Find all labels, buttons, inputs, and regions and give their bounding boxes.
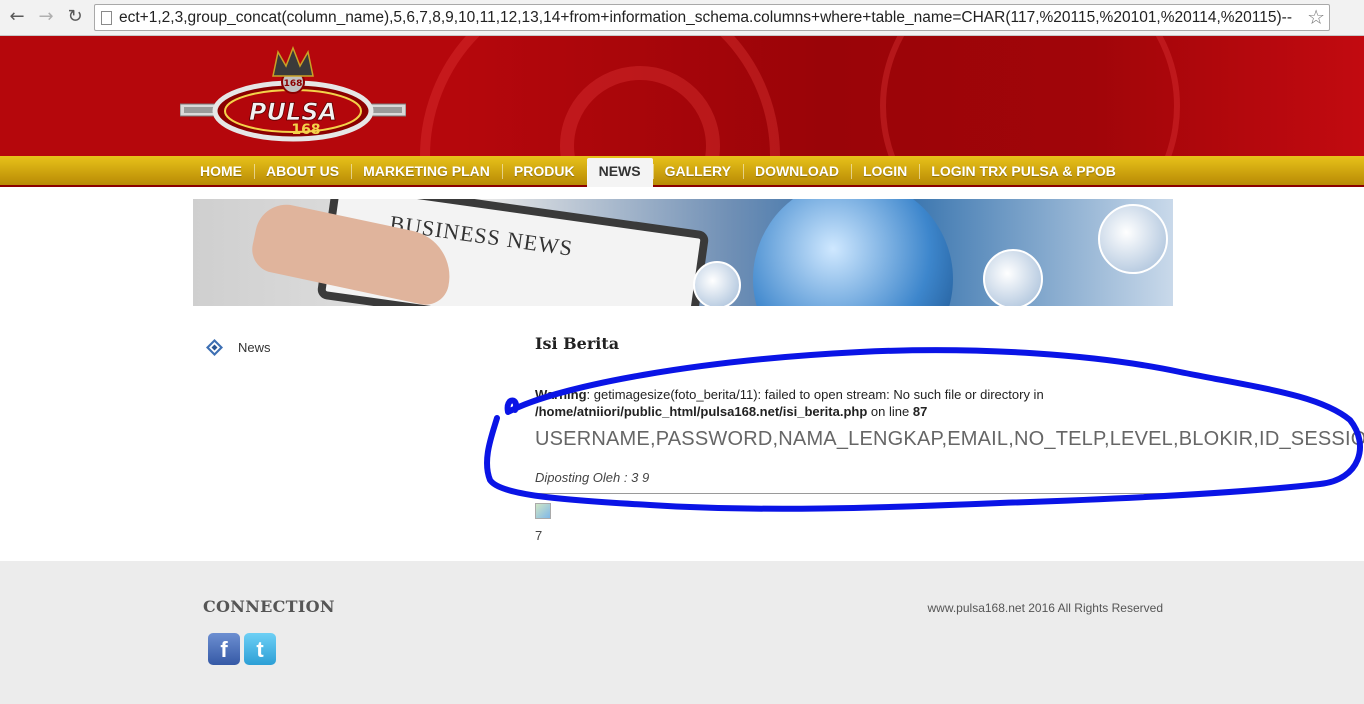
menu-item-gallery[interactable]: GALLERY — [652, 156, 743, 187]
broken-image-icon — [535, 503, 551, 519]
menu-item-login-trx-pulsa-ppob[interactable]: LOGIN TRX PULSA & PPOB — [919, 156, 1128, 187]
url-text[interactable]: ect+1,2,3,group_concat(column_name),5,6,… — [119, 9, 1299, 27]
main-menu: HOME ABOUT US MARKETING PLAN PRODUK NEWS… — [188, 156, 1128, 187]
banner-bubble — [693, 261, 741, 306]
warning-label: Warning — [535, 387, 587, 402]
news-bullet-icon — [206, 339, 223, 356]
banner-bubble — [1098, 204, 1168, 274]
banner-bubble — [983, 249, 1043, 306]
posted-by: Diposting Oleh : 3 9 — [535, 470, 650, 485]
site-footer: CONNECTION f t www.pulsa168.net 2016 All… — [0, 561, 1364, 704]
sidebar-item-label: News — [238, 340, 271, 355]
address-bar[interactable]: ect+1,2,3,group_concat(column_name),5,6,… — [94, 4, 1330, 31]
sidebar-item-news[interactable]: News — [206, 339, 271, 356]
reload-icon[interactable]: ↻ — [64, 6, 86, 28]
svg-text:168: 168 — [284, 79, 303, 89]
warning-on-line: on line — [867, 404, 913, 419]
social-links: f t — [208, 633, 276, 665]
php-warning: Warning: getimagesize(foto_berita/11): f… — [535, 386, 1175, 420]
warning-path: /home/atniiori/public_html/pulsa168.net/… — [535, 404, 868, 419]
svg-text:168: 168 — [291, 122, 320, 138]
browser-toolbar: ← → ↻ ect+1,2,3,group_concat(column_name… — [0, 0, 1364, 36]
forward-arrow-icon[interactable]: → — [35, 6, 57, 28]
warning-text: : getimagesize(foto_berita/11): failed t… — [586, 387, 1044, 402]
twitter-icon[interactable]: t — [244, 633, 276, 665]
article-title: Isi Berita — [535, 334, 620, 353]
news-banner: BUSINESS NEWS — [193, 199, 1173, 306]
warning-line: 87 — [912, 404, 928, 419]
globe-icon — [753, 199, 953, 306]
menu-item-marketing-plan[interactable]: MARKETING PLAN — [351, 156, 502, 187]
star-icon[interactable]: ☆ — [1307, 6, 1325, 28]
site-header: 168 PULSA 168 — [0, 36, 1364, 156]
menu-item-download[interactable]: DOWNLOAD — [742, 156, 851, 187]
menu-item-news[interactable]: NEWS — [586, 158, 653, 187]
page-icon — [101, 11, 112, 25]
header-decoration — [880, 36, 1180, 156]
back-arrow-icon[interactable]: ← — [6, 6, 28, 28]
facebook-icon[interactable]: f — [208, 633, 240, 665]
main-menu-bar: HOME ABOUT US MARKETING PLAN PRODUK NEWS… — [0, 156, 1364, 187]
copyright: www.pulsa168.net 2016 All Rights Reserve… — [927, 601, 1163, 615]
menu-item-about-us[interactable]: ABOUT US — [254, 156, 351, 187]
pulsa168-logo-icon[interactable]: 168 PULSA 168 — [180, 46, 406, 142]
divider — [535, 493, 1163, 494]
menu-item-home[interactable]: HOME — [188, 156, 254, 187]
menu-item-produk[interactable]: PRODUK — [501, 156, 587, 187]
leaked-column-names: USERNAME,PASSWORD,NAMA_LENGKAP,EMAIL,NO_… — [535, 428, 1364, 450]
footer-title: CONNECTION — [203, 597, 335, 616]
menu-item-login[interactable]: LOGIN — [850, 156, 919, 187]
counter: 7 — [535, 528, 543, 543]
